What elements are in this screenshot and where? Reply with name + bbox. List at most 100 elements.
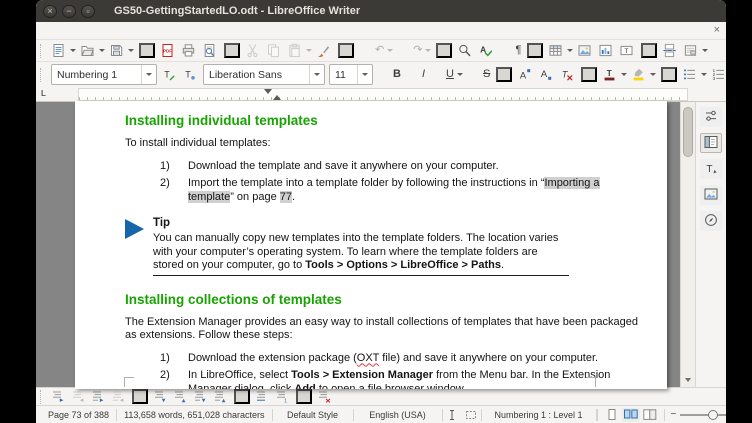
insert-textbox-button[interactable]: T: [617, 41, 638, 60]
sidebar-properties-button[interactable]: [700, 133, 722, 153]
bold-button[interactable]: B: [375, 65, 404, 84]
move-up-subpoints-button[interactable]: [211, 389, 231, 404]
left-indent-marker[interactable]: [273, 95, 281, 100]
restart-numbering-button[interactable]: 1: [273, 389, 293, 404]
insert-chart-button[interactable]: [596, 41, 617, 60]
save-button[interactable]: [107, 41, 136, 60]
move-down-button[interactable]: [151, 389, 171, 404]
formatting-marks-button[interactable]: ¶: [497, 41, 524, 60]
maximize-window-button[interactable]: ▫: [81, 5, 95, 18]
demote-subpoints-button[interactable]: [89, 389, 109, 404]
horizontal-ruler[interactable]: [78, 88, 688, 101]
find-replace-button[interactable]: [455, 41, 476, 60]
export-pdf-button[interactable]: PDF: [158, 41, 179, 60]
page[interactable]: Installing individual templates To insta…: [75, 101, 667, 389]
selection-mode-icon[interactable]: [461, 409, 481, 421]
cut-button[interactable]: [243, 41, 264, 60]
italic-button[interactable]: I: [404, 65, 428, 84]
move-up-button[interactable]: [171, 389, 191, 404]
outline-level-status[interactable]: Numbering 1 : Level 1: [481, 409, 597, 421]
open-button[interactable]: [78, 41, 107, 60]
new-document-button[interactable]: [49, 41, 78, 60]
close-document-button[interactable]: ×: [714, 22, 720, 39]
spelling-button[interactable]: A: [476, 41, 497, 60]
toolbar-grip[interactable]: [40, 68, 46, 82]
toolbar-grip[interactable]: [40, 44, 46, 58]
left-tab-stop-icon[interactable]: L: [41, 89, 46, 99]
demote-outline-button[interactable]: [49, 389, 69, 404]
sidebar-settings-button[interactable]: [700, 107, 722, 127]
language-status[interactable]: English (USA): [354, 409, 443, 421]
menu-file[interactable]: [40, 30, 52, 32]
insert-unnumbered-entry-button[interactable]: [253, 389, 273, 404]
sidebar-styles-button[interactable]: T: [700, 159, 722, 179]
new-style-button[interactable]: T: [180, 65, 201, 84]
numbered-list-button[interactable]: 123: [709, 65, 726, 84]
single-page-view-button[interactable]: [603, 408, 621, 422]
chevron-down-icon[interactable]: [357, 65, 372, 84]
move-down-subpoints-button[interactable]: [191, 389, 211, 404]
scroll-down-button[interactable]: [681, 374, 695, 386]
update-style-button[interactable]: T: [159, 65, 180, 84]
copy-button[interactable]: [264, 41, 285, 60]
undo-button[interactable]: ↶: [357, 41, 395, 60]
zoom-slider-knob[interactable]: [708, 410, 718, 420]
paragraph: To install individual templates:: [125, 137, 641, 151]
highlight-color-button[interactable]: [629, 65, 658, 84]
toolbar-grip[interactable]: [40, 390, 46, 404]
font-name-combo[interactable]: Liberation Sans: [203, 64, 325, 85]
chevron-down-icon[interactable]: [309, 65, 324, 84]
menu-help[interactable]: [148, 30, 160, 32]
insert-image-button[interactable]: [575, 41, 596, 60]
menu-table[interactable]: [112, 30, 124, 32]
strikethrough-button[interactable]: S: [465, 65, 493, 84]
paragraph-style-combo[interactable]: Numbering 1: [51, 64, 157, 85]
clone-formatting-button[interactable]: [314, 41, 335, 60]
redo-button[interactable]: ↷: [395, 41, 433, 60]
promote-subpoints-button[interactable]: [109, 389, 129, 404]
insert-page-break-button[interactable]: [660, 41, 681, 60]
font-color-button[interactable]: T: [600, 65, 629, 84]
book-view-button[interactable]: [641, 408, 659, 422]
bullet-list-button[interactable]: [680, 65, 709, 84]
chevron-down-icon[interactable]: [141, 65, 156, 84]
minimize-window-button[interactable]: −: [62, 5, 76, 18]
subscript-button[interactable]: A: [536, 65, 557, 84]
menu-window[interactable]: [136, 30, 148, 32]
clear-formatting-button[interactable]: T: [557, 65, 578, 84]
sidebar-navigator-button[interactable]: [700, 211, 722, 231]
sidebar-gallery-button[interactable]: [700, 185, 722, 205]
page-reference-field[interactable]: 77: [280, 191, 292, 203]
menu-view[interactable]: [64, 30, 76, 32]
libreoffice-writer-window: ×−▫ GS50-GettingStartedLO.odt - LibreOff…: [36, 0, 726, 423]
insert-table-button[interactable]: [546, 41, 575, 60]
no-list-button[interactable]: [315, 389, 335, 404]
menu-tools[interactable]: [124, 30, 136, 32]
promote-outline-button[interactable]: [69, 389, 89, 404]
zoom-slider-track[interactable]: [680, 414, 726, 416]
close-window-button[interactable]: ×: [43, 5, 57, 18]
underline-button[interactable]: U: [428, 65, 465, 84]
menu-insert[interactable]: [76, 30, 88, 32]
titlebar[interactable]: ×−▫ GS50-GettingStartedLO.odt - LibreOff…: [36, 0, 726, 22]
first-line-indent-marker[interactable]: [264, 89, 272, 94]
menu-styles[interactable]: [100, 30, 112, 32]
insert-field-button[interactable]: [681, 41, 710, 60]
paste-button[interactable]: [285, 41, 314, 60]
insert-mode-icon[interactable]: [443, 409, 461, 421]
menu-format[interactable]: [88, 30, 100, 32]
scrollbar-thumb[interactable]: [683, 107, 693, 157]
zoom-out-button[interactable]: −: [671, 410, 677, 420]
page-style-status[interactable]: Default Style: [273, 409, 354, 421]
menu-edit[interactable]: [52, 30, 64, 32]
insert-special-character-button[interactable]: Ω: [710, 41, 726, 60]
word-count-status[interactable]: 113,658 words, 651,028 characters: [117, 409, 272, 421]
font-size-combo[interactable]: 11: [329, 64, 373, 85]
superscript-button[interactable]: A: [515, 65, 536, 84]
page-number-status[interactable]: Page 73 of 388: [41, 409, 117, 421]
print-button[interactable]: [179, 41, 200, 60]
multi-page-view-button[interactable]: [622, 408, 640, 422]
print-preview-button[interactable]: [200, 41, 221, 60]
vertical-scrollbar[interactable]: [680, 102, 695, 387]
glyph-icon: S: [482, 69, 491, 80]
